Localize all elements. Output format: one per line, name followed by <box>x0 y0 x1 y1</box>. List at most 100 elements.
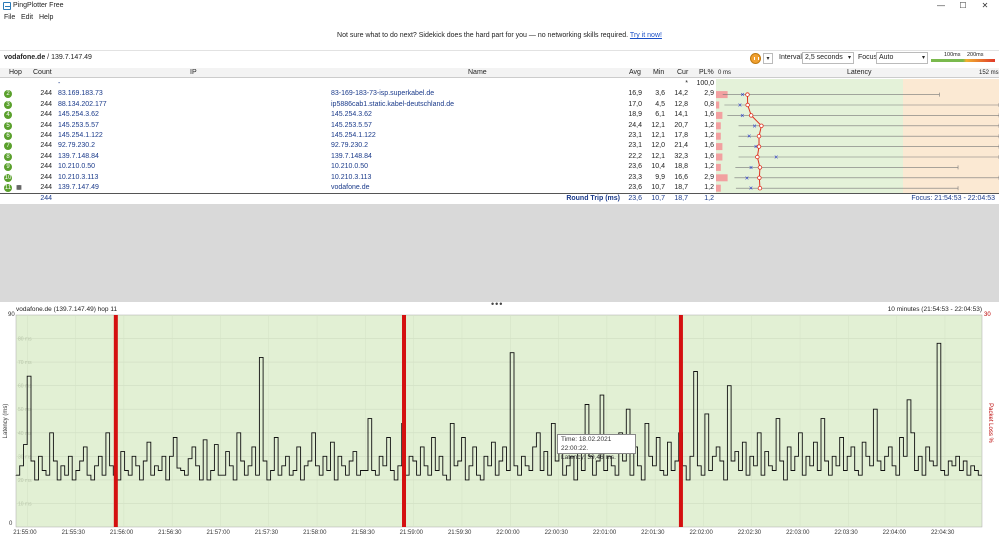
pause-dropdown-chevron-icon[interactable]: ▾ <box>763 53 773 64</box>
avg-cell: 23,1 <box>628 132 642 139</box>
summary-cur: 18,7 <box>674 195 688 202</box>
table-row[interactable]: 3 244 88.134.202.177 ip5886cab1.static.kabe… <box>0 100 715 110</box>
minimize-button[interactable]: — <box>930 0 952 12</box>
name-cell[interactable]: vodafone.de <box>331 183 481 193</box>
summary-count: 244 <box>40 195 52 202</box>
current-latency-marker: × <box>749 165 753 172</box>
ip-cell[interactable]: 145.253.5.57 <box>58 121 168 131</box>
table-row[interactable]: 10 244 10.210.3.113 10.210.3.113 23,3 9,9 16,6… <box>0 173 715 183</box>
col-avg[interactable]: Avg <box>629 68 641 78</box>
graph-title: vodafone.de (139.7.147.49) hop 11 <box>16 306 118 313</box>
name-cell[interactable]: ip5886cab1.static.kabel-deutschland.de <box>331 100 481 110</box>
summary-row: 244 Round Trip (ms) 23,6 10,7 18,7 1,2 F… <box>0 193 999 203</box>
x-tick-label: 21:57:30 <box>254 530 279 536</box>
gridline-label: 10 ms <box>18 501 32 507</box>
ip-cell[interactable]: 139.7.148.84 <box>58 152 168 162</box>
name-cell[interactable]: 92.79.230.2 <box>331 141 481 151</box>
count-cell: 244 <box>40 90 52 98</box>
col-ip[interactable]: IP <box>190 68 197 78</box>
col-hop[interactable]: Hop <box>9 68 22 78</box>
min-cell: 12,1 <box>651 121 665 129</box>
tooltip-time: Time: 18.02.2021 22:00:22. <box>561 436 612 452</box>
legend-200ms: 200ms <box>967 52 984 58</box>
name-cell[interactable]: 145.254.3.62 <box>331 110 481 120</box>
name-cell[interactable]: 145.254.1.122 <box>331 131 481 141</box>
maximize-button[interactable]: ☐ <box>952 0 974 12</box>
table-row[interactable]: 4 244 145.254.3.62 145.254.3.62 18,9 6,1 14,1 1… <box>0 110 715 120</box>
ip-cell[interactable]: 145.254.3.62 <box>58 110 168 120</box>
pl-cell: 1,2 <box>704 132 714 139</box>
hop-badge: 2 <box>4 90 12 99</box>
ip-cell[interactable]: 88.134.202.177 <box>58 100 168 110</box>
gridline-label: 20 ms <box>18 478 32 484</box>
hop-cell: 2 <box>4 89 12 99</box>
ip-cell[interactable]: 145.254.1.122 <box>58 131 168 141</box>
cur-cell: 12,8 <box>674 100 688 108</box>
menu-help[interactable]: Help <box>39 14 53 21</box>
close-button[interactable]: ✕ <box>974 0 996 12</box>
x-tick-label: 21:56:30 <box>158 530 182 536</box>
menu-file[interactable]: File <box>4 14 15 21</box>
col-latency[interactable]: Latency <box>847 68 872 78</box>
table-row[interactable]: 6 244 145.254.1.122 145.254.1.122 23,1 12,1 17… <box>0 131 715 141</box>
table-row[interactable]: 11 244 139.7.147.49 vodafone.de 23,6 10,7 18,7… <box>0 183 715 193</box>
min-cell: 12,1 <box>651 132 665 139</box>
ip-cell[interactable]: 83.169.183.73 <box>58 89 168 99</box>
name-cell[interactable]: 10.210.0.50 <box>331 162 481 172</box>
graph-indicator-icon[interactable]: ▮▮▮ <box>16 183 22 193</box>
current-latency-marker: × <box>738 103 742 110</box>
col-cur[interactable]: Cur <box>677 68 688 78</box>
table-row[interactable]: 7 244 92.79.230.2 92.79.230.2 23,1 12,0 21,4 1,… <box>0 141 715 151</box>
ip-cell[interactable]: 139.7.147.49 <box>58 183 168 193</box>
x-tick-label: 21:57:00 <box>206 530 230 536</box>
promo-link[interactable]: Try it now! <box>630 32 662 39</box>
col-pl[interactable]: PL% <box>699 68 714 78</box>
graph-range[interactable]: 10 minutes (21:54:53 - 22:04:53) <box>888 306 982 313</box>
x-tick-label: 21:56:00 <box>109 530 134 536</box>
latency-graph[interactable]: 80 ms 70 ms 60 ms 50 ms 40 ms 30 ms 20 ms 10 ms <box>0 313 999 539</box>
focus-select[interactable]: Auto ▾ <box>876 52 928 64</box>
cur-cell: * <box>685 80 688 87</box>
ip-cell[interactable]: 92.79.230.2 <box>58 141 168 151</box>
table-row[interactable]: 2 244 83.169.183.73 83-169-183-73-isp.super… <box>0 89 715 99</box>
summary-pl: 1,2 <box>704 195 714 202</box>
name-cell[interactable]: 145.253.5.57 <box>331 121 481 131</box>
chevron-down-icon: ▾ <box>847 55 851 61</box>
count-cell: 244 <box>40 163 52 171</box>
summary-label: Round Trip (ms) <box>566 195 620 202</box>
table-row[interactable]: - * 100,0 <box>0 79 715 89</box>
chevron-down-icon: ▾ <box>921 55 925 61</box>
packet-loss-bar <box>716 101 720 109</box>
graph-tooltip: Time: 18.02.2021 22:00:22. Latency: 39,4… <box>557 434 636 461</box>
ip-cell[interactable]: 10.210.0.50 <box>58 162 168 172</box>
table-row[interactable]: 9 244 10.210.0.50 10.210.0.50 23,6 10,4 18,8 1,… <box>0 162 715 172</box>
pl-cell: 1,2 <box>704 163 714 171</box>
interval-label: Interval <box>779 54 802 61</box>
legend-100ms: 100ms <box>944 52 961 58</box>
hop-cell: 8 <box>4 152 12 162</box>
ip-cell[interactable]: - <box>58 79 168 89</box>
name-cell[interactable]: 10.210.3.113 <box>331 173 481 183</box>
table-row[interactable]: 8 244 139.7.148.84 139.7.148.84 22,2 12,1 32,3… <box>0 152 715 162</box>
average-latency-point <box>759 123 764 128</box>
focus-label: Focus <box>858 54 878 61</box>
cur-cell: 18,8 <box>674 163 688 171</box>
x-tick-label: 22:00:30 <box>544 530 568 536</box>
pause-button[interactable] <box>750 53 761 64</box>
table-row[interactable]: 5 244 145.253.5.57 145.253.5.57 24,4 12,1 20,7… <box>0 121 715 131</box>
col-count[interactable]: Count <box>33 68 52 78</box>
menu-edit[interactable]: Edit <box>21 14 33 21</box>
col-name[interactable]: Name <box>468 68 487 78</box>
focus-value: Auto <box>879 54 894 61</box>
pl-cell: 2,9 <box>704 90 714 98</box>
hop-badge: 10 <box>4 173 12 182</box>
avg-cell: 22,2 <box>628 152 642 160</box>
col-min[interactable]: Min <box>653 68 664 78</box>
count-cell: 244 <box>40 142 52 150</box>
name-cell[interactable]: 139.7.148.84 <box>331 152 481 162</box>
interval-select[interactable]: 2,5 seconds ▾ <box>802 52 854 64</box>
ip-cell[interactable]: 10.210.3.113 <box>58 173 168 183</box>
average-latency-point <box>755 154 760 160</box>
hop-cell: 7 <box>4 141 12 151</box>
name-cell[interactable]: 83-169-183-73-isp.superkabel.de <box>331 89 481 99</box>
